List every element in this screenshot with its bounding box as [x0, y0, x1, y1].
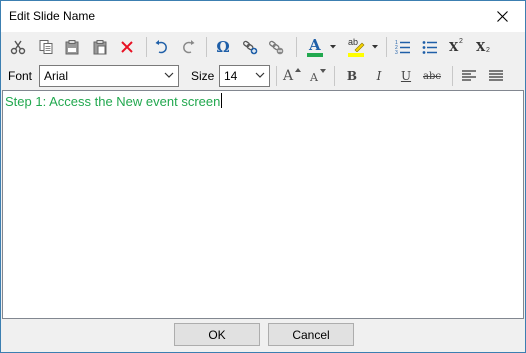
chevron-down-icon	[372, 45, 378, 49]
justify-icon	[489, 70, 503, 81]
toolbar-separator	[386, 37, 387, 57]
font-family-select[interactable]: Arial	[39, 65, 179, 87]
remove-link-icon	[269, 40, 284, 55]
slide-name-editor[interactable]: Step 1: Access the New event screen	[2, 90, 524, 319]
toolbar-separator	[296, 37, 297, 57]
ok-button[interactable]: OK	[174, 323, 260, 346]
justify-button[interactable]	[485, 65, 507, 87]
close-button[interactable]	[479, 1, 525, 31]
align-left-button[interactable]	[458, 65, 480, 87]
bold-icon: B	[346, 69, 358, 83]
highlight-dropdown[interactable]	[370, 36, 380, 58]
subscript-icon: X 2	[474, 39, 492, 55]
copy-icon	[39, 40, 53, 54]
editor-text: Step 1: Access the New event screen	[5, 94, 221, 109]
font-color-glyph: A	[309, 36, 321, 54]
toolbar-separator	[146, 37, 147, 57]
delete-icon	[121, 41, 133, 53]
superscript-button[interactable]: X 2	[445, 36, 467, 58]
font-color-dropdown[interactable]	[328, 36, 338, 58]
subscript-glyph: X	[476, 40, 486, 54]
copy-button[interactable]	[35, 36, 57, 58]
insert-link-button[interactable]	[239, 36, 261, 58]
font-size-value: 14	[224, 69, 238, 83]
redo-button[interactable]	[177, 36, 199, 58]
caret-down-icon	[320, 69, 326, 73]
pen-icon	[354, 42, 365, 52]
scissors-icon	[10, 40, 26, 55]
shrink-font-glyph: A	[310, 71, 318, 84]
shrink-font-button[interactable]: A	[307, 65, 329, 87]
toolbar-separator	[452, 66, 453, 86]
title-bar: Edit Slide Name	[1, 1, 525, 32]
toolbar-separator	[206, 37, 207, 57]
redo-icon	[183, 40, 195, 54]
edit-slide-name-dialog: Edit Slide Name Ω A ab 1 2 3 X 2 X 2 Fon…	[0, 0, 526, 353]
grow-font-icon: A	[282, 67, 302, 85]
toolbar-separator	[276, 66, 277, 86]
text-caret	[221, 93, 223, 108]
strikethrough-button[interactable]: abc	[421, 65, 443, 87]
italic-button[interactable]: I	[368, 65, 390, 87]
paste-button[interactable]	[89, 36, 111, 58]
close-icon	[496, 10, 508, 22]
underline-button[interactable]: U	[395, 65, 417, 87]
undo-icon	[155, 40, 167, 54]
dialog-title: Edit Slide Name	[9, 9, 96, 23]
font-family-value: Arial	[44, 69, 69, 83]
bold-button[interactable]: B	[341, 65, 363, 87]
formatting-toolbar: Ω A ab 123 X 2 X 2 Font Arial Size 14 A …	[1, 32, 525, 90]
insert-link-icon	[243, 40, 258, 55]
grow-font-button[interactable]: A	[281, 65, 303, 87]
insert-symbol-button[interactable]: Ω	[212, 36, 234, 58]
superscript-mark: 2	[459, 38, 463, 45]
caret-up-icon	[295, 68, 301, 72]
highlight-bar	[348, 53, 364, 57]
bullet-list-icon	[422, 41, 437, 54]
font-label: Font	[8, 69, 33, 83]
align-left-icon	[462, 70, 476, 81]
svg-text:3: 3	[395, 50, 398, 55]
cancel-button[interactable]: Cancel	[268, 323, 354, 346]
chevron-down-icon	[255, 72, 265, 78]
subscript-button[interactable]: X 2	[472, 36, 494, 58]
chevron-down-icon	[330, 45, 336, 49]
highlight-button[interactable]: ab	[344, 36, 370, 58]
font-size-select[interactable]: 14	[219, 65, 270, 87]
superscript-glyph: X	[449, 40, 459, 54]
omega-icon: Ω	[216, 38, 230, 56]
paste-icon	[93, 40, 107, 55]
underline-icon: U	[400, 69, 412, 83]
shrink-font-icon: A	[308, 67, 328, 85]
subscript-mark: 2	[486, 47, 490, 54]
toolbar-separator	[334, 66, 335, 86]
numbered-list-button[interactable]: 123	[392, 36, 414, 58]
strikethrough-icon: abc	[423, 70, 441, 82]
superscript-icon: X 2	[447, 38, 465, 55]
size-label: Size	[191, 69, 215, 83]
italic-icon: I	[376, 69, 382, 83]
remove-link-button[interactable]	[265, 36, 287, 58]
paste-text-icon	[65, 40, 79, 55]
chevron-down-icon	[164, 72, 174, 78]
dialog-footer: OK Cancel	[1, 319, 525, 352]
font-color-button[interactable]: A	[302, 36, 328, 58]
font-color-icon: A	[306, 36, 324, 57]
delete-button[interactable]	[116, 36, 138, 58]
font-color-bar	[307, 53, 323, 57]
cut-button[interactable]	[7, 36, 29, 58]
numbered-list-icon: 123	[395, 40, 410, 55]
bullet-list-button[interactable]	[419, 36, 441, 58]
undo-button[interactable]	[151, 36, 173, 58]
paste-text-button[interactable]	[61, 36, 83, 58]
editor-content: Step 1: Access the New event screen	[5, 93, 223, 109]
grow-font-glyph: A	[283, 68, 294, 84]
highlight-icon: ab	[347, 37, 367, 57]
